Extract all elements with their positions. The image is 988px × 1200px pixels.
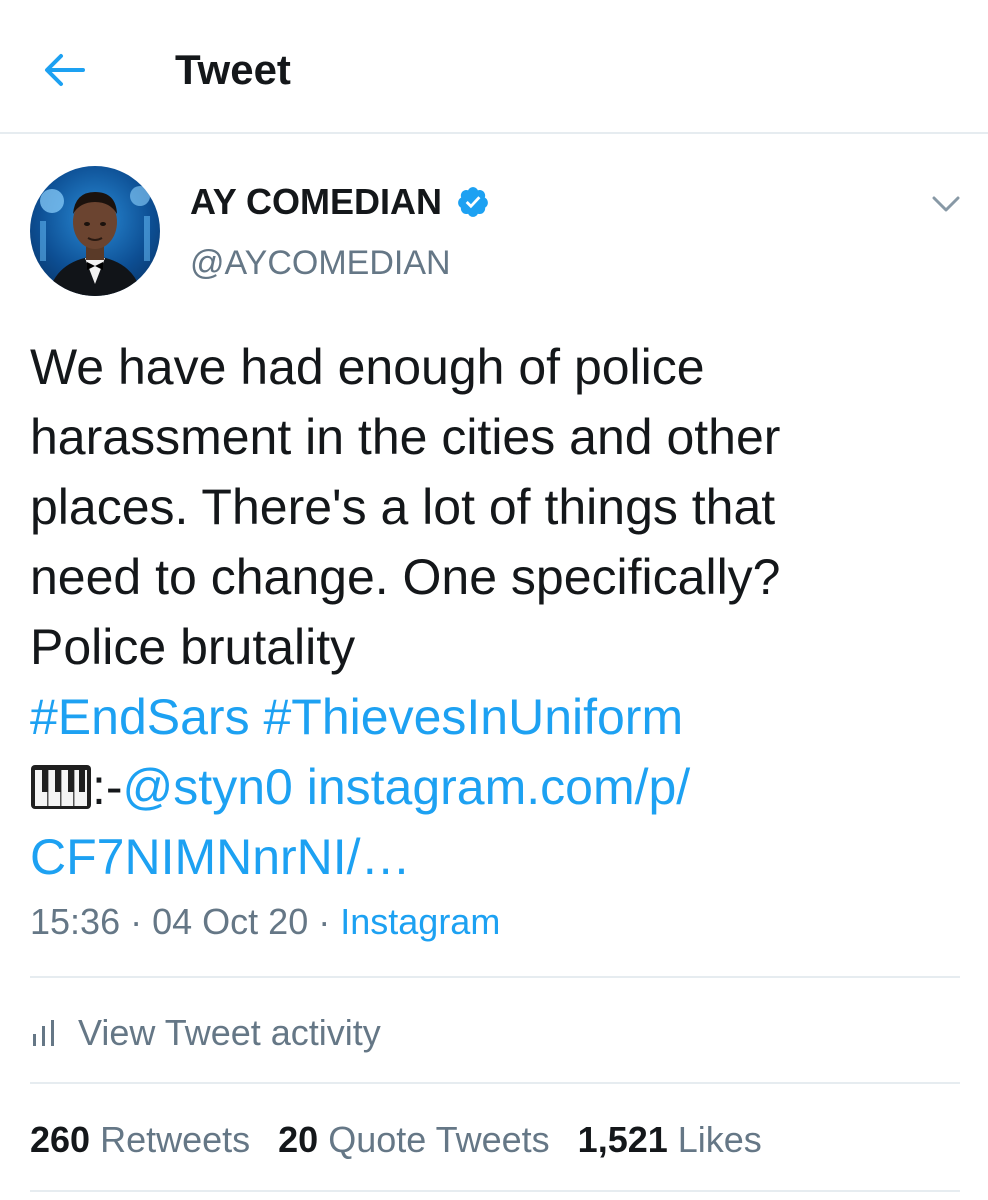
display-name-text: AY COMEDIAN [190,181,443,222]
tweet-time: 15:36 [30,901,121,942]
hashtag-link[interactable]: #EndSars [30,689,250,745]
divider [30,1190,960,1192]
author-display-name[interactable]: AY COMEDIAN [190,180,490,224]
engagement-stats: 260 Retweets 20 Quote Tweets 1,521 Likes [30,1118,790,1162]
meta-separator: · [318,901,331,942]
hashtag-link[interactable]: #ThievesInUniform [264,689,684,745]
tweet-text-line: We have had enough of police [30,339,705,395]
retweets-stat[interactable]: 260 Retweets [30,1118,250,1162]
likes-stat[interactable]: 1,521 Likes [578,1118,762,1162]
tweet-text-line: need to change. One specifically? [30,549,781,605]
tweet-meta: 15:36 · 04 Oct 20 · Instagram [30,900,500,944]
quote-tweets-stat[interactable]: 20 Quote Tweets [278,1118,550,1162]
credit-line: :-@styn0 instagram.com/p/ [30,752,960,822]
tweet-text-line: Police brutality [30,619,356,675]
divider [30,1082,960,1084]
activity-label: View Tweet activity [78,1012,381,1053]
url-link[interactable]: instagram.com/p/ [307,759,690,815]
page-title: Tweet [175,46,291,93]
piano-keyboard-icon [31,765,91,809]
view-tweet-activity-button[interactable]: View Tweet activity [30,1010,381,1056]
verified-badge-icon [458,187,488,217]
credit-separator: :- [92,759,123,815]
mention-link[interactable]: @styn0 [123,759,293,815]
tweet-text-line: harassment in the cities and other [30,409,781,465]
author-handle[interactable]: @AYCOMEDIAN [190,242,451,284]
meta-separator: · [130,901,143,942]
tweet-source-link[interactable]: Instagram [340,901,500,942]
likes-label: Likes [677,1119,762,1160]
bar-chart-icon [33,1020,54,1046]
tweet-text-line: places. There's a lot of things that [30,479,776,535]
divider [30,976,960,978]
avatar[interactable] [30,166,160,296]
top-bar: Tweet [0,0,988,134]
retweets-label: Retweets [100,1119,251,1160]
url-link-continued[interactable]: CF7NIMNnrNI/… [30,829,411,885]
hashtag-line: #EndSars #ThievesInUniform [30,682,960,752]
url-continuation-line: CF7NIMNnrNI/… [30,822,960,892]
likes-count: 1,521 [577,1119,668,1160]
tweet-body: We have had enough of police harassment … [30,332,960,892]
tweet-date: 04 Oct 20 [152,901,309,942]
back-button[interactable] [40,46,88,94]
chevron-down-icon [932,196,960,212]
profile-photo [40,186,150,296]
quote-tweets-label: Quote Tweets [328,1119,550,1160]
arrow-left-icon [45,54,85,86]
quote-tweets-count: 20 [278,1119,319,1160]
retweets-count: 260 [30,1119,91,1160]
more-options-button[interactable] [928,186,964,222]
